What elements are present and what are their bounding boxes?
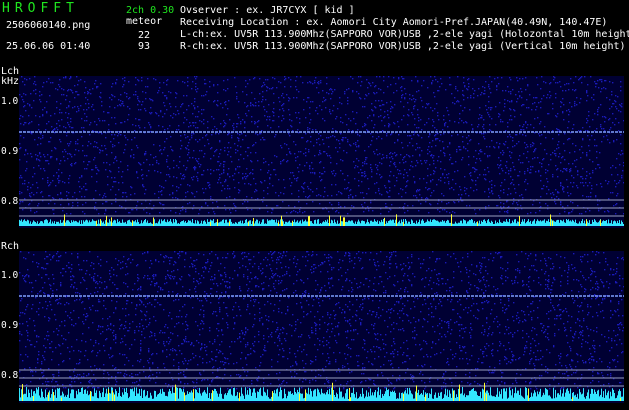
lch-tick-1.0: 1.0 (1, 96, 19, 107)
brand-title: HROFFT (2, 1, 79, 16)
rch-tick-0.9: 0.9 (1, 320, 19, 331)
meteor-count-l: 22 (137, 30, 150, 41)
rch-spectrogram (19, 251, 624, 403)
location-line: Receiving Location : ex. Aomori City Aom… (180, 17, 608, 28)
lch-tick-0.9: 0.9 (1, 146, 19, 157)
meteor-count-r: 93 (137, 41, 150, 52)
lch-tick-0.8: 0.8 (1, 196, 19, 207)
lch-info-line: L-ch:ex. UV5R 113.900Mhz(SAPPORO VOR)USB… (180, 29, 629, 40)
rch-label: Rch (1, 241, 20, 252)
lch-unit: kHz (1, 76, 20, 87)
filename-label: 2506060140.png (6, 20, 91, 31)
observer-line: Ovserver : ex. JR7CYX [ kid ] (180, 5, 355, 16)
datetime-label: 25.06.06 01:40 (6, 41, 91, 52)
rch-tick-1.0: 1.0 (1, 270, 19, 281)
hrofft-window: HROFFT 2ch 0.30 2506060140.png meteor 22… (0, 0, 629, 410)
version-label: 2ch 0.30 (126, 5, 175, 16)
rch-info-line: R-ch:ex. UV5R 113.900Mhz(SAPPORO VOR)USB… (180, 41, 626, 52)
lch-spectrogram (19, 76, 624, 228)
meteor-label: meteor (126, 16, 163, 27)
rch-tick-0.8: 0.8 (1, 370, 19, 381)
